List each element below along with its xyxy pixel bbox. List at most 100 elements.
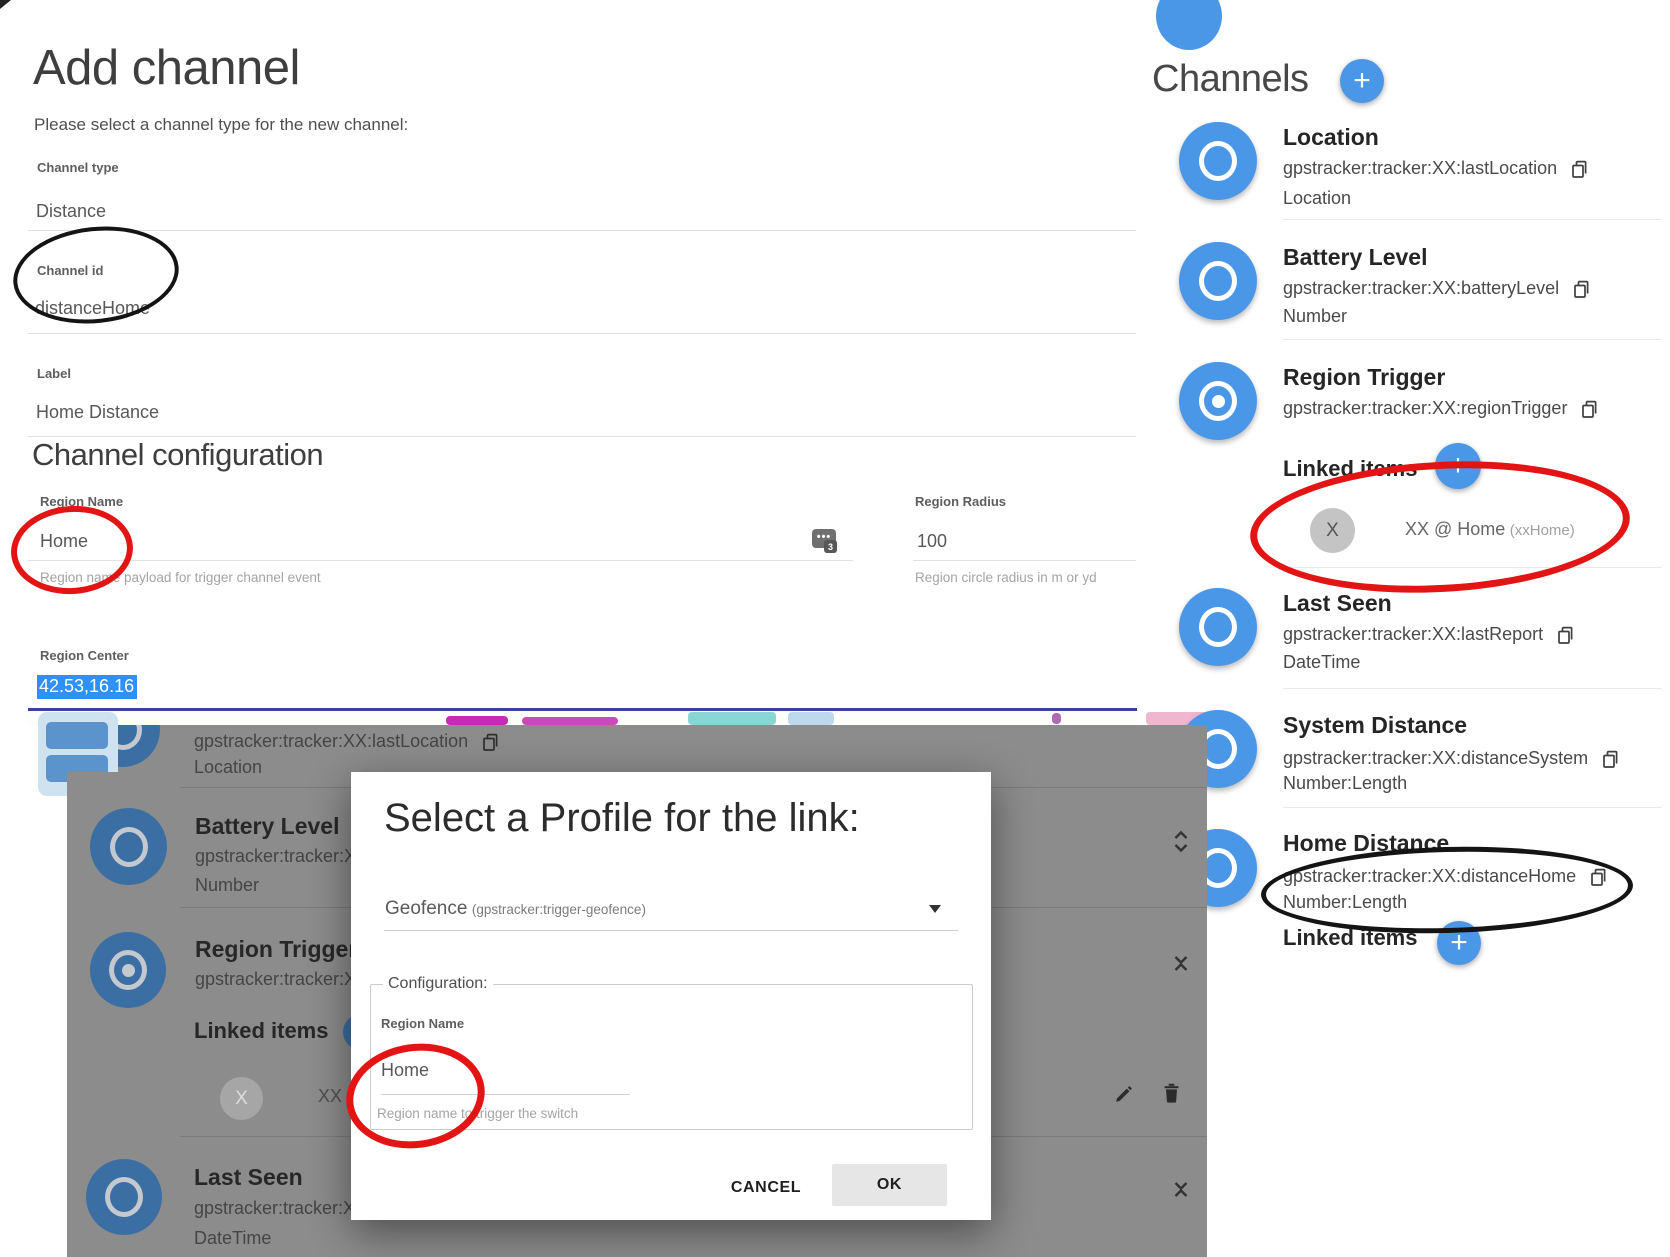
copy-icon[interactable] — [1601, 749, 1620, 769]
copy-icon[interactable] — [1580, 399, 1599, 419]
region-radius-label: Region Radius — [915, 494, 1006, 509]
map-label-mark — [522, 717, 618, 725]
region-radius-underline — [913, 560, 1136, 561]
profile-select-hint: (gpstracker:trigger-geofence) — [472, 902, 646, 917]
scrolled-add-button-partial[interactable] — [1156, 0, 1222, 50]
trigger-ring-glyph — [109, 950, 147, 990]
channel-uid-row: gpstracker:tracker:XX:distanceHome — [1283, 866, 1608, 887]
add-channel-button[interactable]: + — [1340, 59, 1384, 103]
sort-up-down-icon[interactable] — [1172, 1172, 1190, 1200]
channel-name[interactable]: Region Trigger — [1283, 364, 1445, 391]
channel-uid-row: gpstracker:tracker:XX:lastLocation — [194, 731, 500, 752]
row-divider — [1283, 219, 1662, 220]
copy-icon[interactable] — [1556, 625, 1575, 645]
channel-uid-row: gpstracker:tracker:XX:distanceSystem — [1283, 748, 1620, 769]
region-name-underline — [28, 560, 853, 561]
copy-icon[interactable] — [481, 732, 500, 752]
edit-icon[interactable] — [1113, 1084, 1134, 1110]
chevron-down-icon[interactable] — [929, 905, 941, 913]
extension-badge: 3 — [824, 540, 837, 553]
dialog-region-name-label: Region Name — [381, 1016, 464, 1031]
channel-item-type: Location — [1283, 188, 1351, 209]
channel-item-type: Number:Length — [1283, 773, 1407, 794]
state-ring-glyph — [1199, 141, 1237, 181]
region-center-focus-underline — [28, 708, 1137, 711]
channel-name[interactable]: Home Distance — [1283, 830, 1449, 857]
channel-uid-row: gpstracker:tracker:XX:batteryLevel — [1283, 278, 1591, 299]
channel-name[interactable]: Battery Level — [195, 813, 339, 840]
channel-trigger-icon — [90, 932, 166, 1008]
row-divider — [1283, 339, 1662, 340]
channel-state-icon — [86, 1159, 162, 1235]
region-name-field[interactable]: Home — [40, 531, 88, 552]
linked-item-title: XX @ Home — [1405, 519, 1505, 539]
channel-state-icon — [1179, 122, 1257, 200]
copy-icon[interactable] — [1570, 159, 1589, 179]
trigger-dot-glyph — [1212, 395, 1225, 408]
channel-uid: gpstracker:tracker:XX:lastLocation — [194, 731, 468, 752]
region-center-field[interactable]: 42.53,16.16 — [37, 675, 137, 699]
map-label-mark — [446, 716, 508, 725]
region-radius-helper: Region circle radius in m or yd — [915, 570, 1097, 585]
region-name-label: Region Name — [40, 494, 123, 509]
state-ring-glyph — [105, 1177, 143, 1217]
region-radius-field[interactable]: 100 — [917, 531, 947, 552]
label-field[interactable]: Home Distance — [36, 402, 159, 423]
sort-up-down-icon[interactable] — [1172, 828, 1190, 856]
sort-up-down-icon[interactable] — [1172, 946, 1190, 974]
add-linked-item-button[interactable]: + — [1437, 921, 1481, 965]
linked-item[interactable]: XX @ Home (xxHome) — [1405, 519, 1575, 540]
copy-icon[interactable] — [1572, 279, 1591, 299]
row-divider — [1283, 688, 1662, 689]
channel-uid: gpstracker:tracker:XX:distanceHome — [1283, 866, 1576, 887]
region-center-label: Region Center — [40, 648, 129, 663]
add-linked-item-button[interactable]: + — [1435, 443, 1481, 489]
channel-type-underline — [28, 230, 1136, 231]
channel-id-field[interactable]: distanceHome — [35, 298, 150, 319]
form-filler-extension-icon[interactable]: ••• 3 — [812, 529, 836, 548]
map-zoom-in-button[interactable] — [46, 722, 108, 749]
channel-trigger-icon — [1179, 362, 1257, 440]
profile-select-underline — [384, 930, 958, 931]
delete-icon[interactable] — [1161, 1082, 1182, 1109]
channel-uid: gpstracker:tracker:XX:lastReport — [1283, 624, 1543, 645]
channel-item-type: Number — [1283, 306, 1347, 327]
map-water-mark — [788, 712, 834, 725]
dialog-region-name-field[interactable]: Home — [381, 1060, 429, 1081]
page-subtitle: Please select a channel type for the new… — [34, 115, 408, 135]
channel-uid: gpstracker:tracker:X — [194, 1198, 351, 1219]
channel-type-field[interactable]: Distance — [36, 201, 106, 222]
channel-state-icon — [90, 808, 167, 885]
channel-name[interactable]: Battery Level — [1283, 244, 1427, 271]
channel-name[interactable]: System Distance — [1283, 712, 1467, 739]
page-title: Add channel — [33, 40, 300, 96]
map-label-mark — [1052, 713, 1061, 724]
profile-select[interactable]: Geofence (gpstracker:trigger-geofence) — [385, 898, 646, 920]
copy-icon[interactable] — [1589, 867, 1608, 887]
profile-select-value: Geofence — [385, 898, 467, 919]
channel-uid-row: gpstracker:tracker:XX:regionTrigger — [1283, 398, 1599, 419]
profile-dialog: Select a Profile for the link: Geofence … — [351, 772, 991, 1220]
channel-name[interactable]: Location — [1283, 124, 1379, 151]
linked-items-label: Linked items — [194, 1018, 328, 1044]
linked-items-label: Linked items — [1283, 456, 1417, 482]
channel-name[interactable]: Last Seen — [1283, 590, 1392, 617]
backdrop-patch — [67, 772, 118, 796]
channel-uid: gpstracker:tracker:XX:lastLocation — [1283, 158, 1557, 179]
channel-id-underline — [28, 333, 1136, 334]
dialog-region-name-helper: Region name to trigger the switch — [377, 1106, 578, 1121]
linked-items-label: Linked items — [1283, 925, 1417, 951]
ok-button[interactable]: OK — [832, 1164, 947, 1206]
cancel-button[interactable]: CANCEL — [711, 1170, 821, 1206]
channel-type-label: Channel type — [37, 160, 119, 175]
channels-heading: Channels — [1152, 58, 1309, 101]
channel-item-type: DateTime — [1283, 652, 1360, 673]
dialog-region-name-underline — [381, 1094, 630, 1095]
channel-name[interactable]: Region Trigger — [195, 936, 352, 963]
configuration-legend: Configuration: — [383, 975, 493, 993]
region-name-helper: Region name payload for trigger channel … — [40, 570, 321, 585]
row-divider — [1283, 567, 1662, 568]
channel-name[interactable]: Last Seen — [194, 1164, 303, 1191]
state-ring-glyph — [1199, 607, 1237, 647]
channel-uid: gpstracker:tracker:XX:regionTrigger — [1283, 398, 1567, 419]
